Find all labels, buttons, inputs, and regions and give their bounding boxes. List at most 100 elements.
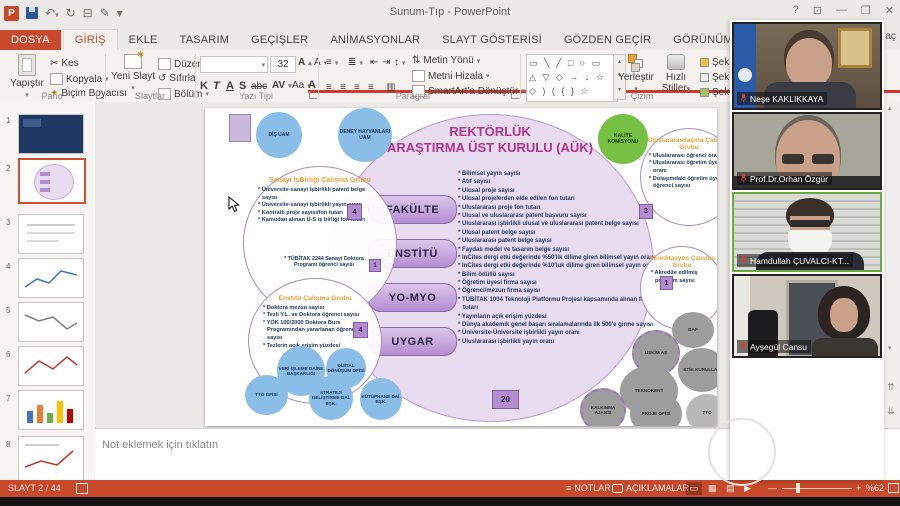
notes-placeholder[interactable]: Not eklemek için tıklatın xyxy=(102,439,218,451)
slide-thumbnail-4[interactable] xyxy=(18,258,84,298)
character-spacing-button[interactable]: AV▾ xyxy=(272,80,292,91)
notes-icon: ≡ xyxy=(566,483,571,493)
video-conference-panel: Neşe KAKLIKKAYA Prof.Dr.Orhan Özgür Hamd… xyxy=(730,20,884,480)
enstitu-items: * Doktora mezun sayısı* Tezli Y.L. ve Do… xyxy=(263,305,367,350)
slide-thumbnail-6[interactable] xyxy=(18,346,84,386)
deney-hayvanlari-uam-circle[interactable]: DENEY HAYVANLARI UAM xyxy=(338,108,392,162)
zoom-slider-track[interactable] xyxy=(782,488,852,489)
uluslararasilasma-count-box[interactable]: 3 xyxy=(639,204,653,219)
numbering-button[interactable]: ≣▾ xyxy=(348,57,363,68)
line-spacing-button[interactable]: ↕▾ xyxy=(394,57,406,68)
align-text-button[interactable]: Metni Hizala▾ xyxy=(412,70,490,82)
slide-canvas[interactable]: REKTÖRLÜKARAŞTIRMA ÜST KURULU (AÜK) FAKÜ… xyxy=(205,108,717,426)
indicator-item: * Uluslararası işbirlikli ulusal ve ulus… xyxy=(458,220,658,228)
tto-circle[interactable]: TTO xyxy=(686,394,717,426)
grow-font-button[interactable]: A▴ xyxy=(298,57,312,68)
minimize-button[interactable]: — xyxy=(836,4,847,17)
sanayi-count-box[interactable]: 4 xyxy=(347,204,362,220)
slide-thumbnail-1[interactable] xyxy=(18,114,84,154)
slide-thumbnail-7[interactable] xyxy=(18,390,84,430)
thumb-number: 2 xyxy=(6,164,10,173)
zoom-out-button[interactable]: — xyxy=(768,483,777,493)
glasses xyxy=(790,220,830,227)
ribbon-display-options-button[interactable]: ⊡ xyxy=(813,4,822,17)
decorative-rectangle[interactable] xyxy=(229,114,251,142)
copy-icon xyxy=(50,73,63,85)
text-direction-button[interactable]: ⇅Metin Yönü▾ xyxy=(412,55,480,66)
group-label-slaytlar: Slaytlar xyxy=(100,91,200,101)
next-slide-button[interactable]: ⇊ xyxy=(887,406,895,417)
thumb-number: 4 xyxy=(6,262,10,271)
enstitu-item: * YÖK 100/2000 Doktora Burs Programından… xyxy=(263,320,367,343)
font-size-select[interactable]: 32 xyxy=(270,56,296,73)
dis-uam-circle[interactable]: DİŞ UAM xyxy=(256,112,302,158)
participant-video-4[interactable]: Ayşegül Cansu xyxy=(732,274,882,358)
align-left-button[interactable]: ≡ xyxy=(326,82,332,93)
zoom-in-button[interactable]: + xyxy=(856,483,861,493)
scroll-down-arrow[interactable]: ▾ xyxy=(888,344,892,352)
align-center-button[interactable]: ≡ xyxy=(340,82,346,93)
close-button[interactable]: ✕ xyxy=(885,4,894,17)
paragraf-dialog-launcher[interactable] xyxy=(511,91,519,99)
cut-button[interactable]: ✂Kes xyxy=(50,58,79,69)
indicator-item: * Ulusal projelerden elde edilen fon tut… xyxy=(458,195,658,203)
increase-indent-button[interactable]: ⇥ xyxy=(382,57,390,68)
font-name-select[interactable]: ▾ xyxy=(200,56,268,73)
tab-gozden-gecir[interactable]: GÖZDEN GEÇİR xyxy=(553,30,662,50)
kutuphane-circle[interactable]: KÜTÜPHANE DAİ. BŞK. xyxy=(360,378,402,420)
tubitak-2244-text[interactable]: * TÜBİTAK 2244 Sanayi Doktora Programı ö… xyxy=(281,256,367,268)
tubitak-2244-count-box[interactable]: 1 xyxy=(369,259,381,272)
new-slide-button[interactable]: Yeni Slayt▾ xyxy=(110,54,156,93)
tab-slayt-gosterisi[interactable]: SLAYT GÖSTERİSİ xyxy=(431,30,553,50)
enstitu-item: * Tezli Y.L. ve Doktora öğrenci sayısı xyxy=(263,312,367,320)
decrease-indent-button[interactable]: ⇤ xyxy=(370,57,378,68)
notes-toggle-button[interactable]: ≡NOTLAR xyxy=(566,483,611,493)
participant-video-1[interactable]: Neşe KAKLIKKAYA xyxy=(732,22,882,110)
strateji-gelistirme-circle[interactable]: STRATEJİ GELİŞTİRME DAİ. BŞK. xyxy=(309,376,353,420)
previous-slide-button[interactable]: ⇈ xyxy=(887,382,895,393)
scroll-up-arrow[interactable]: ▴ xyxy=(888,104,892,112)
vertical-scrollbar[interactable]: ▴ ▾ ⇈ ⇊ xyxy=(884,102,900,428)
arrange-button[interactable]: Yerleştir▾ xyxy=(618,54,654,94)
restore-button[interactable]: ❐ xyxy=(861,4,871,17)
slide-indicator[interactable]: SLAYT 2 / 44 xyxy=(8,483,61,493)
normal-view-button[interactable]: ▭ xyxy=(686,482,702,495)
slide-thumbnail-2-selected[interactable] xyxy=(18,158,86,204)
fit-to-window-button[interactable] xyxy=(888,483,899,493)
mouse-cursor xyxy=(228,196,242,218)
enstitu-count-box[interactable]: 4 xyxy=(353,322,368,338)
quick-styles-button[interactable]: Hızlı Stiller▾ xyxy=(656,54,696,94)
reset-button[interactable]: ↺Sıfırla xyxy=(158,73,196,84)
comments-toggle-button[interactable]: AÇIKLAMALAR xyxy=(612,483,689,493)
zoom-slider-thumb[interactable] xyxy=(796,483,800,493)
bap-circle[interactable]: BAP xyxy=(672,312,714,348)
tab-ekle[interactable]: EKLE xyxy=(118,30,169,50)
text-direction-icon: ⇅ xyxy=(412,55,420,66)
central-count-box[interactable]: 20 xyxy=(492,390,519,409)
slide-sorter-view-button[interactable]: ▦ xyxy=(708,483,717,494)
tab-gecisler[interactable]: GEÇİŞLER xyxy=(240,30,319,50)
yazi-tipi-dialog-launcher[interactable] xyxy=(309,91,317,99)
tab-tasarim[interactable]: TASARIM xyxy=(169,30,240,50)
slide-title[interactable]: REKTÖRLÜKARAŞTIRMA ÜST KURULU (AÜK) xyxy=(355,124,625,157)
slide-thumbnail-5[interactable] xyxy=(18,302,84,342)
participant-video-2[interactable]: Prof.Dr.Orhan Özgür xyxy=(732,112,882,190)
tab-giris[interactable]: GİRİŞ xyxy=(63,29,118,50)
participant-video-3[interactable]: Hamdullah ÇUVALCI-KT... xyxy=(732,192,882,272)
slide-thumbnail-8[interactable] xyxy=(18,436,84,480)
zoom-level[interactable]: %62 xyxy=(866,483,884,493)
copy-button[interactable]: Kopyala▾ xyxy=(50,73,109,85)
indicator-item: * Ulusal proje sayısı xyxy=(458,187,658,195)
spell-check-icon[interactable] xyxy=(76,483,88,494)
align-right-button[interactable]: ≡ xyxy=(354,82,360,93)
tab-animasyonlar[interactable]: ANİMASYONLAR xyxy=(319,30,431,50)
kalkinma-ajansi-circle[interactable]: KALKINMA AJANSI xyxy=(580,388,626,426)
bullets-button[interactable]: ≡▾ xyxy=(326,57,338,68)
akreditasyon-count-box[interactable]: 1 xyxy=(660,276,673,290)
slide-thumbnail-3[interactable] xyxy=(18,214,84,254)
help-button[interactable]: ? xyxy=(793,4,799,17)
tab-dosya[interactable]: DOSYA xyxy=(0,30,61,50)
etik-kurullar-circle[interactable]: ETİK KURULLAR xyxy=(678,348,717,392)
central-indicator-list[interactable]: * Bilimsel yayın sayısı* Atıf sayısı* Ul… xyxy=(458,170,658,346)
uluslararasilasma-items: * Uluslararası öğrenci oranı* Uluslarara… xyxy=(649,153,717,191)
